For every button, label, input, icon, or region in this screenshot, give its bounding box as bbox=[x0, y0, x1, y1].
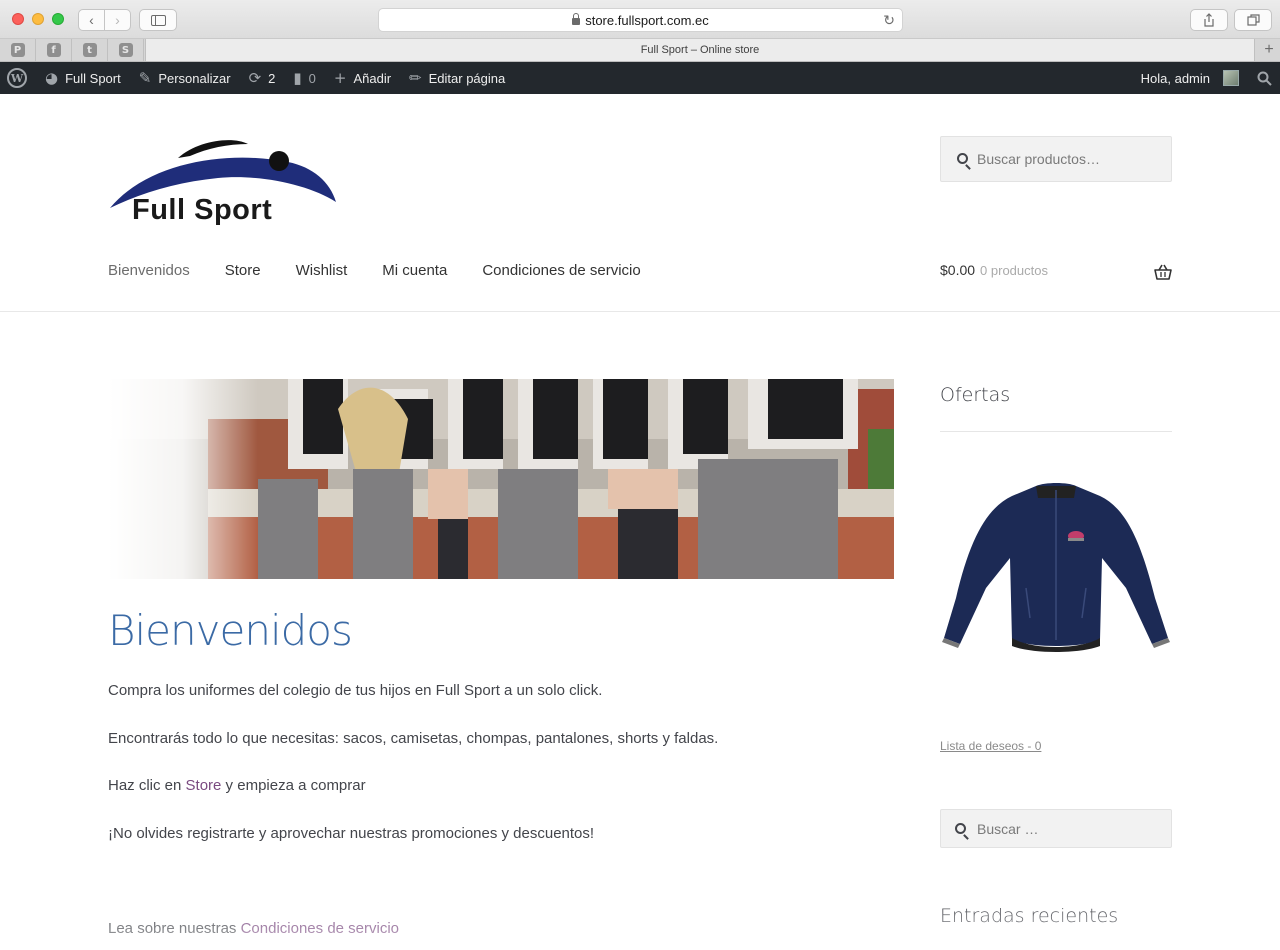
tabs-icon bbox=[1246, 14, 1260, 26]
nav-item-mi-cuenta[interactable]: Mi cuenta bbox=[382, 262, 447, 279]
search-icon bbox=[955, 823, 966, 834]
sidebar-search bbox=[940, 809, 1172, 848]
my-account-menu[interactable]: Hola, admin bbox=[1132, 62, 1248, 94]
header-cart[interactable]: $0.00 0 productos bbox=[940, 262, 1172, 284]
add-new-label: Añadir bbox=[353, 70, 392, 86]
dashboard-icon: ◕ bbox=[45, 68, 59, 87]
edit-page-label: Editar página bbox=[428, 70, 506, 86]
new-tab-button[interactable]: + bbox=[1258, 39, 1280, 61]
share-button[interactable] bbox=[1190, 9, 1228, 31]
site-name-menu[interactable]: ◕ Full Sport bbox=[36, 62, 130, 94]
twitter-icon: t bbox=[82, 43, 97, 57]
basket-icon bbox=[1154, 264, 1172, 280]
wp-logo-menu[interactable]: W bbox=[0, 62, 36, 94]
products-paragraph: Encontrarás todo lo que necesitas: sacos… bbox=[108, 730, 719, 747]
share-icon bbox=[1204, 13, 1214, 27]
show-tabs-button[interactable] bbox=[1234, 9, 1272, 31]
search-icon bbox=[1257, 71, 1272, 86]
offers-widget-title: Ofertas bbox=[940, 384, 1011, 406]
add-new-menu[interactable]: + Añadir bbox=[325, 62, 400, 94]
back-button[interactable]: ‹ bbox=[79, 10, 105, 30]
register-paragraph: ¡No olvides registrarte y aprovechar nue… bbox=[108, 825, 595, 842]
nav-item-bienvenidos[interactable]: Bienvenidos bbox=[108, 262, 190, 279]
wishlist-link[interactable]: Lista de deseos - 0 bbox=[940, 739, 1041, 753]
pinterest-icon: P bbox=[10, 43, 25, 57]
store-text-after: y empieza a comprar bbox=[221, 777, 366, 794]
s-site-icon: S bbox=[118, 43, 133, 57]
nav-item-condiciones[interactable]: Condiciones de servicio bbox=[482, 262, 640, 279]
comments-count: 0 bbox=[308, 70, 316, 86]
pinned-tab-facebook[interactable]: f bbox=[36, 39, 72, 61]
customize-link[interactable]: ✎ Personalizar bbox=[130, 62, 240, 94]
cart-amount: $0.00 bbox=[940, 262, 976, 278]
store-text-before: Haz clic en bbox=[108, 777, 186, 794]
forward-button[interactable]: › bbox=[105, 10, 130, 30]
terms-text-before: Lea sobre nuestras bbox=[108, 920, 241, 937]
intro-paragraph: Compra los uniformes del colegio de tus … bbox=[108, 682, 603, 699]
store-link[interactable]: Store bbox=[186, 777, 222, 794]
updates-count: 2 bbox=[268, 70, 276, 86]
sidebar-toggle-button[interactable] bbox=[139, 9, 177, 31]
url-text: store.fullsport.com.ec bbox=[585, 12, 709, 28]
admin-search-button[interactable] bbox=[1248, 62, 1280, 94]
zoom-window-button[interactable] bbox=[52, 13, 64, 25]
browser-titlebar: ‹ › store.fullsport.com.ec ↻ bbox=[0, 0, 1280, 39]
customize-label: Personalizar bbox=[158, 70, 231, 86]
close-window-button[interactable] bbox=[12, 13, 24, 25]
comments-link[interactable]: ▮ 0 bbox=[284, 62, 325, 94]
logo-wordmark: Full Sport bbox=[132, 194, 273, 226]
site-logo[interactable]: Full Sport bbox=[108, 132, 340, 236]
primary-nav: Bienvenidos Store Wishlist Mi cuenta Con… bbox=[108, 262, 641, 279]
pinned-tab-twitter[interactable]: t bbox=[72, 39, 108, 61]
updates-link[interactable]: ⟳ 2 bbox=[240, 62, 285, 94]
nav-item-store[interactable]: Store bbox=[225, 262, 261, 279]
offer-product-image[interactable] bbox=[940, 478, 1172, 658]
hero-image bbox=[108, 379, 894, 579]
pinned-tab-pinterest[interactable]: P bbox=[0, 39, 36, 61]
nav-item-wishlist[interactable]: Wishlist bbox=[296, 262, 348, 279]
product-search-input[interactable] bbox=[977, 137, 1157, 181]
search-icon bbox=[957, 153, 968, 164]
jacket-image bbox=[942, 483, 1170, 652]
terms-paragraph: Lea sobre nuestras Condiciones de servic… bbox=[108, 920, 399, 937]
sidebar-search-input[interactable] bbox=[977, 810, 1157, 847]
offers-divider bbox=[940, 431, 1172, 432]
comment-icon: ▮ bbox=[293, 68, 302, 87]
lock-icon bbox=[572, 13, 581, 25]
history-nav: ‹ › bbox=[78, 9, 131, 31]
recent-posts-widget-title: Entradas recientes bbox=[940, 905, 1119, 927]
store-paragraph: Haz clic en Store y empieza a comprar bbox=[108, 777, 366, 794]
avatar bbox=[1223, 70, 1239, 86]
site-name: Full Sport bbox=[65, 70, 121, 86]
terms-link[interactable]: Condiciones de servicio bbox=[241, 920, 399, 937]
active-tab[interactable]: Full Sport – Online store bbox=[145, 39, 1255, 61]
address-bar[interactable]: store.fullsport.com.ec ↻ bbox=[378, 8, 903, 32]
wordpress-icon: W bbox=[7, 68, 27, 88]
reload-icon[interactable]: ↻ bbox=[883, 12, 895, 29]
header-divider bbox=[0, 311, 1280, 312]
product-search bbox=[940, 136, 1172, 182]
facebook-icon: f bbox=[46, 43, 61, 57]
hero-fade bbox=[108, 379, 258, 579]
minimize-window-button[interactable] bbox=[32, 13, 44, 25]
tab-bar: P f t S Full Sport – Online store + bbox=[0, 39, 1280, 62]
updates-icon: ⟳ bbox=[248, 68, 262, 87]
greeting: Hola, admin bbox=[1140, 70, 1210, 86]
tab-title: Full Sport – Online store bbox=[640, 44, 760, 56]
pinned-tab-s[interactable]: S bbox=[108, 39, 144, 61]
cart-count: 0 productos bbox=[980, 263, 1048, 278]
sidebar-icon bbox=[151, 15, 166, 26]
pencil-icon: ✏ bbox=[409, 68, 422, 87]
plus-icon: + bbox=[333, 68, 347, 87]
edit-page-link[interactable]: ✏ Editar página bbox=[400, 62, 514, 94]
wp-admin-bar: W ◕ Full Sport ✎ Personalizar ⟳ 2 ▮ 0 + … bbox=[0, 62, 1280, 94]
page-title: Bienvenidos bbox=[108, 606, 353, 655]
brush-icon: ✎ bbox=[138, 68, 152, 87]
